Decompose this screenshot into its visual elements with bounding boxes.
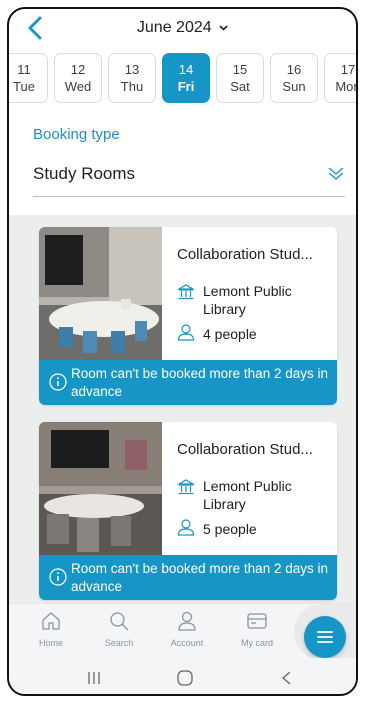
library-building-icon [177,284,195,300]
room-capacity: 5 people [203,521,257,537]
room-card[interactable]: Collaboration Stud... Lemont Public Libr… [39,422,337,600]
library-name: Lemont Public Library [203,478,292,512]
search-icon [110,612,129,631]
booking-notice: Room can't be booked more than 2 days in… [39,360,337,405]
double-chevron-down-icon [328,167,344,180]
date-weekday: Thu [120,79,144,94]
card-icon [247,613,267,629]
date-day: 13 [124,62,140,77]
phone-screen: June 2024 11 Tue 12 Wed 13 Thu 14 Fri 15… [7,7,358,696]
system-nav-bar [9,658,356,694]
nav-home-label: Home [38,638,63,648]
menu-icon [317,631,333,643]
date-cell-14-selected[interactable]: 14 Fri [162,53,210,103]
date-day: 16 [286,62,302,77]
info-icon [49,568,67,586]
nav-search[interactable]: Search [91,610,147,648]
booking-type-label: Booking type [33,126,120,143]
recent-apps-icon[interactable] [82,669,106,687]
booking-notice: Room can't be booked more than 2 days in… [39,555,337,600]
date-strip: 11 Tue 12 Wed 13 Thu 14 Fri 15 Sat 16 Su… [9,53,356,105]
date-cell-12[interactable]: 12 Wed [54,53,102,103]
nav-my-card[interactable]: My card [229,610,285,648]
room-photo [39,422,162,555]
library-name: Lemont Public Library [203,283,292,317]
date-weekday: Sat [230,79,250,94]
month-picker[interactable]: June 2024 [9,19,356,37]
chevron-down-icon [219,25,228,31]
room-card[interactable]: Collaboration Stud... Lemont Public Libr… [39,227,337,405]
date-weekday: Wed [64,79,92,94]
booking-type-value: Study Rooms [33,164,136,183]
room-title: Collaboration Stud... [177,441,313,458]
nav-my-card-label: My card [240,638,273,648]
account-icon [178,611,196,631]
bottom-nav: Home Search Account My card [9,603,356,660]
date-day: 11 [17,62,31,77]
date-weekday: Fri [177,79,195,94]
date-weekday: Sun [282,79,306,94]
library-building-icon [177,479,195,495]
person-icon [177,324,195,341]
date-day: 17 [340,62,356,77]
date-day: 14 [178,62,194,77]
info-icon [49,373,67,391]
date-cell-17[interactable]: 17 Mon [324,53,356,103]
room-title: Collaboration Stud... [177,246,313,263]
back-system-icon[interactable] [275,669,299,687]
date-cell-13[interactable]: 13 Thu [108,53,156,103]
nav-home[interactable]: Home [23,610,79,648]
header: June 2024 [9,9,356,49]
booking-type-select[interactable]: Study Rooms [33,157,345,197]
nav-account-label: Account [170,638,204,648]
date-day: 12 [70,62,86,77]
room-photo [39,227,162,360]
room-list: Collaboration Stud... Lemont Public Libr… [9,215,356,603]
home-system-icon[interactable] [173,669,197,687]
date-cell-16[interactable]: 16 Sun [270,53,318,103]
date-cell-11[interactable]: 11 Tue [9,53,48,103]
nav-account[interactable]: Account [159,610,215,648]
nav-search-label: Search [104,638,134,648]
date-day: 15 [232,62,248,77]
menu-button[interactable] [304,616,346,658]
booking-notice-text: Room can't be booked more than 2 days in… [71,366,328,399]
date-weekday: Mon [335,79,356,94]
room-capacity: 4 people [203,326,257,342]
home-icon [42,612,60,630]
booking-notice-text: Room can't be booked more than 2 days in… [71,561,328,594]
date-cell-15[interactable]: 15 Sat [216,53,264,103]
month-title: June 2024 [136,19,212,36]
date-weekday: Tue [13,79,35,94]
person-icon [177,519,195,536]
